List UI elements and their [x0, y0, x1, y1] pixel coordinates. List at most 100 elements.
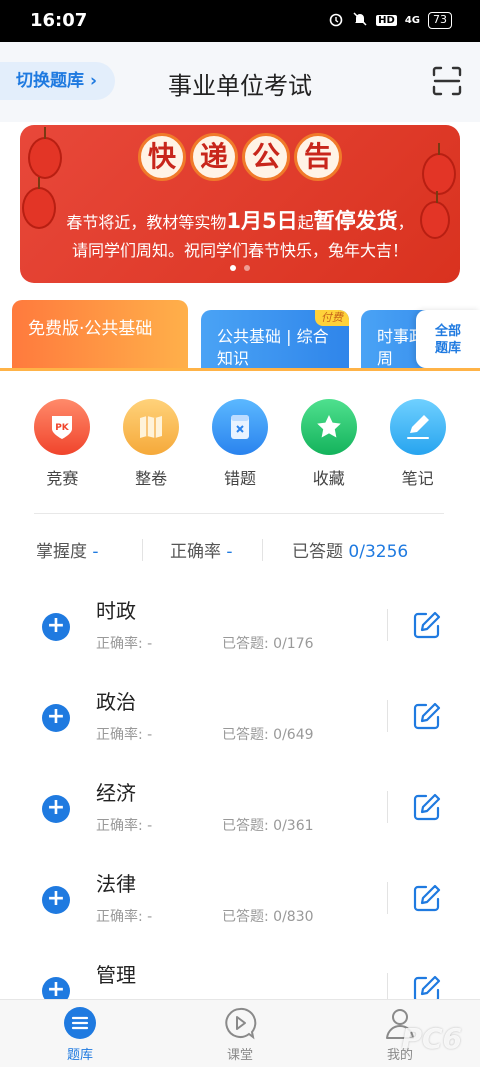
expand-plus-icon[interactable]: + [42, 977, 70, 999]
svg-text:PK: PK [56, 423, 71, 433]
banner-title-char: 公 [242, 133, 290, 181]
mute-bell-icon [352, 11, 368, 30]
expand-plus-icon[interactable]: + [42, 795, 70, 823]
accuracy-label: 正确率 [170, 542, 221, 562]
tab-label: 课堂 [226, 1048, 253, 1063]
banner-line-1: 春节将近，教材等实物1月5日起暂停发货， [20, 205, 460, 235]
subject-answered: 已答题: 0/649 [222, 727, 314, 743]
star-icon [300, 399, 357, 455]
alarm-icon [328, 11, 344, 30]
answered-label: 已答题 [292, 542, 343, 562]
pk-icon: PK [34, 399, 91, 455]
banner-text: 春节将近，教材等实物 [66, 213, 227, 232]
banner-date: 1月5日 [226, 209, 298, 233]
app-header: 切换题库 › 事业单位考试 [0, 42, 480, 122]
hd-icon: HD [376, 15, 397, 26]
quick-action-label: 竞赛 [46, 469, 79, 488]
subject-name: 管理 [96, 963, 136, 987]
library-cards: 免费版·公共基础 公共基础 | 综合知识 付费 时事政治(每周 [0, 298, 480, 370]
status-time: 16:07 [30, 10, 88, 31]
subject-answered: 已答题: 0/176 [222, 636, 314, 652]
subject-name: 法律 [96, 872, 136, 896]
banner-title: 快 递 公 告 [20, 133, 460, 181]
quick-action-favorites[interactable]: 收藏 [294, 399, 364, 489]
subject-accuracy: 正确率: - [96, 909, 153, 925]
mastery-label: 掌握度 [36, 542, 87, 562]
status-bar: 16:07 HD 4G 73 [0, 0, 480, 42]
main-panel: PK 竞赛 整卷 错题 收藏 笔记 掌握度 - 正确率 - 已答题 0/3256… [0, 371, 480, 999]
status-icons: HD 4G 73 [328, 11, 452, 30]
divider [387, 609, 388, 641]
expand-plus-icon[interactable]: + [42, 704, 70, 732]
scan-icon[interactable] [432, 66, 462, 96]
subject-name: 政治 [96, 690, 136, 714]
subject-answered: 已答题: 0/830 [222, 909, 314, 925]
all-library-label: 全部 [434, 324, 461, 339]
banner-title-char: 告 [294, 133, 342, 181]
paid-badge: 付费 [315, 310, 349, 326]
answered-value: 0/3256 [348, 542, 409, 562]
tab-label: 题库 [66, 1048, 93, 1063]
answered-stat: 已答题 0/3256 [292, 537, 408, 562]
edit-icon[interactable] [412, 792, 442, 822]
watermark-logo: PC6 [401, 1022, 462, 1055]
carousel-dot[interactable] [244, 265, 250, 271]
all-library-button[interactable]: 全部 题库 [416, 310, 480, 368]
tab-question-bank[interactable]: 题库 [40, 1006, 120, 1063]
expand-plus-icon[interactable]: + [42, 886, 70, 914]
quick-action-label: 笔记 [401, 469, 434, 488]
divider [387, 791, 388, 823]
battery-icon: 73 [428, 12, 452, 29]
edit-icon[interactable] [412, 883, 442, 913]
accuracy-stat: 正确率 - [170, 537, 233, 562]
mastery-stat: 掌握度 - [36, 537, 99, 562]
divider [387, 973, 388, 999]
subject-accuracy: 正确率: - [96, 727, 153, 743]
announcement-banner[interactable]: 快 递 公 告 春节将近，教材等实物1月5日起暂停发货， 请同学们周知。祝同学们… [20, 125, 460, 283]
subject-item[interactable]: + 经济 正确率: - 已答题: 0/361 [0, 767, 480, 858]
divider [34, 513, 444, 514]
page-title: 事业单位考试 [168, 72, 312, 100]
banner-text: ， [397, 213, 414, 232]
quick-action-contest[interactable]: PK 竞赛 [27, 399, 97, 489]
subject-item[interactable]: + 法律 正确率: - 已答题: 0/830 [0, 858, 480, 949]
subject-accuracy: 正确率: - [96, 818, 153, 834]
subject-name: 时政 [96, 599, 136, 623]
book-icon [123, 399, 180, 455]
carousel-dot[interactable] [230, 265, 236, 271]
subject-item[interactable]: + 管理 [0, 949, 480, 999]
expand-plus-icon[interactable]: + [42, 613, 70, 641]
subject-item[interactable]: + 时政 正确率: - 已答题: 0/176 [0, 585, 480, 676]
library-card-label: 免费版·公共基础 [28, 319, 153, 339]
quick-action-notes[interactable]: 笔记 [383, 399, 453, 489]
quick-action-wrong-questions[interactable]: 错题 [205, 399, 275, 489]
library-card-paid[interactable]: 公共基础 | 综合知识 付费 [201, 310, 349, 370]
quick-action-label: 收藏 [312, 469, 345, 488]
divider [142, 539, 143, 561]
quick-action-full-paper[interactable]: 整卷 [116, 399, 186, 489]
divider [262, 539, 263, 561]
accuracy-value: - [226, 542, 233, 562]
wrong-icon [211, 399, 268, 455]
subject-accuracy: 正确率: - [96, 636, 153, 652]
edit-icon[interactable] [412, 610, 442, 640]
signal-icon: 4G [404, 15, 420, 26]
all-library-label: 题库 [434, 341, 461, 356]
tab-classroom[interactable]: 课堂 [200, 1006, 280, 1063]
edit-icon[interactable] [412, 974, 442, 999]
quick-actions: PK 竞赛 整卷 错题 收藏 笔记 [0, 399, 480, 489]
library-card-free[interactable]: 免费版·公共基础 [12, 300, 188, 370]
banner-text: 起 [297, 213, 314, 232]
mastery-value: - [92, 542, 99, 562]
divider [387, 882, 388, 914]
quick-action-label: 整卷 [135, 469, 168, 488]
banner-title-char: 递 [190, 133, 238, 181]
subject-item[interactable]: + 政治 正确率: - 已答题: 0/649 [0, 676, 480, 767]
subject-answered: 已答题: 0/361 [222, 818, 314, 834]
divider [387, 700, 388, 732]
banner-line-2: 请同学们周知。祝同学们春节快乐，兔年大吉！ [71, 241, 408, 260]
carousel-dots [20, 265, 460, 271]
library-card-label: 公共基础 | 综合知识 [217, 327, 329, 368]
edit-icon[interactable] [412, 701, 442, 731]
question-bank-icon [63, 1006, 97, 1040]
